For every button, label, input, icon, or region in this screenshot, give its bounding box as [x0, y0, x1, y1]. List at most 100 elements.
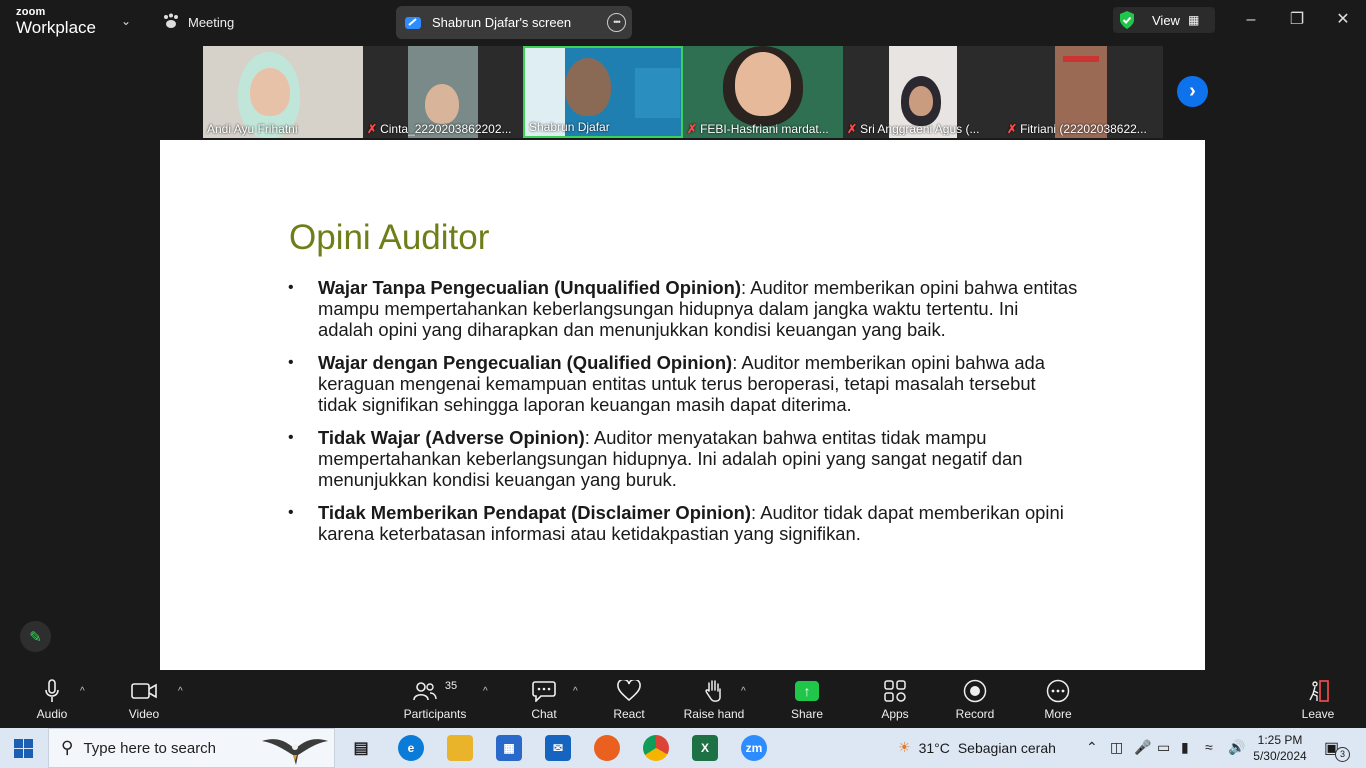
record-icon: [953, 678, 997, 704]
more-icon: [1036, 678, 1080, 704]
more-options-icon[interactable]: •••: [607, 13, 626, 32]
chevron-down-icon[interactable]: ⌄: [121, 14, 131, 28]
logo-workplace-text: Workplace: [16, 18, 96, 37]
react-label: React: [613, 707, 645, 721]
audio-options-caret-icon[interactable]: ^: [80, 686, 85, 697]
record-button[interactable]: Record: [953, 678, 997, 721]
notification-count: 3: [1335, 747, 1350, 762]
screen-share-title[interactable]: Shabrun Djafar's screen •••: [396, 6, 632, 39]
meeting-label: Meeting: [188, 15, 235, 30]
search-placeholder: Type here to search: [83, 739, 217, 757]
taskbar-search-box[interactable]: ⚲ Type here to search: [48, 728, 335, 768]
participant-tile[interactable]: Andi Ayu Frihatni: [203, 46, 363, 138]
participants-label: Participants: [403, 707, 467, 721]
chevron-right-icon: ›: [1189, 80, 1196, 102]
temperature: 31°C: [918, 739, 950, 756]
audio-label: Audio: [36, 707, 68, 721]
bullet-heading: Tidak Wajar (Adverse Opinion): [318, 427, 585, 448]
shared-screen-slide: Opini Auditor Wajar Tanpa Pengecualian (…: [160, 140, 1205, 670]
close-icon[interactable]: ✕: [1331, 10, 1355, 30]
firefox-icon[interactable]: [594, 735, 620, 761]
participant-tile[interactable]: ✗ FEBI-Hasfriani mardat...: [683, 46, 843, 138]
participants-options-caret-icon[interactable]: ^: [483, 686, 488, 697]
paw-icon: [162, 13, 180, 32]
participant-tile[interactable]: ✗ Cinta_2220203862202...: [363, 46, 523, 138]
display-icon[interactable]: ▭: [1157, 739, 1170, 756]
weather-icon: ☀: [898, 739, 911, 755]
react-button[interactable]: React: [607, 678, 651, 721]
shield-icon: [1120, 11, 1134, 29]
file-explorer-icon[interactable]: [447, 735, 473, 761]
weather-condition: Sebagian cerah: [957, 739, 1056, 756]
share-arrow-icon: ↑: [795, 681, 819, 701]
video-gallery: Andi Ayu Frihatni ✗ Cinta_2220203862202..…: [203, 46, 1163, 138]
record-label: Record: [955, 707, 995, 721]
share-label: Share: [790, 707, 824, 721]
reactions-options-caret-icon[interactable]: ^: [741, 686, 746, 697]
apps-button[interactable]: Apps: [873, 678, 917, 721]
more-button[interactable]: More: [1036, 678, 1080, 721]
participant-tile[interactable]: ✗ Sri Anggraeni Agus (...: [843, 46, 1003, 138]
video-button[interactable]: Video: [122, 678, 166, 721]
chrome-icon[interactable]: [643, 735, 669, 761]
gallery-next-button[interactable]: ›: [1177, 76, 1208, 107]
zoom-app-icon[interactable]: zm: [741, 735, 767, 761]
chat-label: Chat: [531, 707, 557, 721]
raise-hand-button[interactable]: Raise hand: [683, 678, 745, 721]
logo-zoom-text: zoom: [16, 6, 46, 18]
windows-start-icon[interactable]: [14, 739, 33, 763]
participant-name: Andi Ayu Frihatni: [207, 122, 298, 136]
slide-bullet: Wajar dengan Pengecualian (Qualified Opi…: [288, 352, 1078, 415]
share-button[interactable]: ↑ Share: [785, 678, 829, 721]
audio-button[interactable]: Audio: [30, 678, 74, 721]
volume-icon[interactable]: 🔊: [1228, 739, 1245, 756]
title-bar: zoom Workplace ⌄ Meeting Shabrun Djafar'…: [0, 0, 1366, 46]
chat-options-caret-icon[interactable]: ^: [573, 686, 578, 697]
leave-button[interactable]: Leave: [1296, 678, 1340, 721]
wifi-icon[interactable]: ≈: [1205, 739, 1213, 755]
participant-tile-active-speaker[interactable]: Shabrun Djafar: [523, 46, 683, 138]
heart-icon: [607, 678, 651, 704]
clock-time: 1:25 PM: [1257, 733, 1303, 747]
minimize-icon[interactable]: –: [1239, 10, 1263, 30]
store-icon[interactable]: ▦: [496, 735, 522, 761]
video-options-caret-icon[interactable]: ^: [178, 686, 183, 697]
mic-muted-icon: ✗: [847, 122, 858, 136]
meet-now-icon[interactable]: ◫: [1110, 739, 1123, 756]
clock[interactable]: 1:25 PM 5/30/2024: [1248, 732, 1312, 764]
participant-name: ✗ FEBI-Hasfriani mardat...: [687, 122, 829, 136]
meeting-menu[interactable]: Meeting: [162, 13, 234, 32]
microphone-tray-icon[interactable]: 🎤: [1134, 739, 1151, 756]
participant-tile[interactable]: ✗ Fitriani (22202038622...: [1003, 46, 1163, 138]
chat-button[interactable]: Chat: [522, 678, 566, 721]
video-label: Video: [128, 707, 160, 721]
slide-bullet-list: Wajar Tanpa Pengecualian (Unqualified Op…: [288, 277, 1078, 556]
leave-label: Leave: [1301, 707, 1335, 721]
zoom-logo[interactable]: zoom Workplace: [16, 6, 96, 37]
task-view-icon[interactable]: ▤: [348, 735, 374, 761]
share-title-text: Shabrun Djafar's screen: [432, 15, 572, 30]
bird-illustration-icon: [262, 739, 328, 765]
slide-bullet: Wajar Tanpa Pengecualian (Unqualified Op…: [288, 277, 1078, 340]
participants-count: 35: [444, 680, 458, 692]
view-menu[interactable]: View ▦: [1113, 7, 1215, 33]
slide-title: Opini Auditor: [289, 218, 490, 257]
excel-icon[interactable]: X: [692, 735, 718, 761]
more-label: More: [1044, 707, 1072, 721]
notification-center-icon[interactable]: ▣ 3: [1324, 738, 1350, 762]
weather-widget[interactable]: ☀ 31°C Sebagian cerah: [898, 739, 1056, 756]
slide-bullet: Tidak Memberikan Pendapat (Disclaimer Op…: [288, 502, 1078, 544]
participant-name: ✗ Sri Anggraeni Agus (...: [847, 122, 980, 136]
bullet-heading: Wajar Tanpa Pengecualian (Unqualified Op…: [318, 277, 742, 298]
view-label: View: [1152, 12, 1180, 28]
show-hidden-icons-icon[interactable]: ⌃: [1086, 739, 1098, 756]
mail-icon[interactable]: ✉: [545, 735, 571, 761]
annotate-pencil-icon[interactable]: ✎: [20, 621, 51, 652]
edge-icon[interactable]: e: [398, 735, 424, 761]
participants-button[interactable]: 35 Participants: [402, 678, 468, 721]
mic-muted-icon: ✗: [687, 122, 698, 136]
share-screen-icon: [405, 16, 421, 29]
restore-icon[interactable]: ❐: [1285, 10, 1309, 30]
hand-icon: [683, 678, 745, 704]
battery-icon[interactable]: ▮: [1181, 739, 1189, 756]
